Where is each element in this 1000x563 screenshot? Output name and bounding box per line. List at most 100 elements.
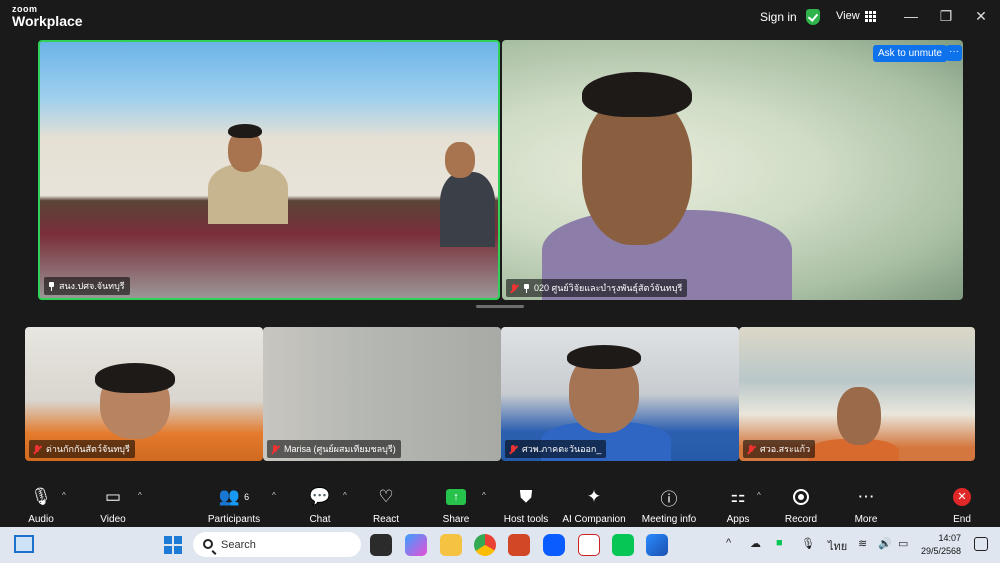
participant-name-bar: Marisa (ศูนย์ผสมเทียมชลบุรี): [267, 440, 401, 458]
microphone-icon: 🎙: [30, 487, 52, 506]
end-meeting-button[interactable]: ✕ End: [948, 485, 976, 525]
video-camera-icon: ▭: [104, 487, 122, 506]
close-window-button[interactable]: ✕: [971, 6, 991, 26]
video-tile-4[interactable]: Marisa (ศูนย์ผสมเทียมชลบุรี): [263, 327, 501, 461]
more-label: More: [854, 514, 878, 525]
video-button[interactable]: ▭ Video: [94, 485, 132, 525]
clock-date: 29/5/2568: [921, 546, 962, 556]
restore-button[interactable]: ❐: [936, 6, 956, 26]
record-icon-wrap: [782, 485, 820, 509]
search-icon: [203, 539, 213, 549]
host-tools-button[interactable]: ⛊ Host tools: [500, 485, 552, 525]
video-tile-6[interactable]: ศวอ.สระแก้ว: [739, 327, 975, 461]
video-tile-3[interactable]: ด่านกักกันสัตว์จันทบุรี: [25, 327, 263, 461]
record-icon: [793, 489, 809, 505]
participants-button[interactable]: 👥 6 Participants: [204, 485, 264, 525]
sign-in-link[interactable]: Sign in: [760, 10, 797, 24]
audio-options-chevron-icon[interactable]: ^: [62, 491, 66, 500]
apps-button[interactable]: ⚏ Apps: [722, 485, 754, 525]
minimize-button[interactable]: —: [901, 6, 921, 26]
info-icon: ⓘ: [660, 489, 678, 509]
share-label: Share: [442, 514, 470, 525]
meeting-info-button[interactable]: ⓘ Meeting info: [636, 485, 702, 526]
battery-icon[interactable]: ▭: [898, 537, 908, 550]
zoom-logo: zoom Workplace: [12, 5, 83, 29]
video-tile-1[interactable]: สนง.ปศจ.จันทบุรี: [38, 40, 500, 300]
os-taskbar: Search ^ ☁ ■ 🎙 ไทย ≋ 🔊 ▭ 14:07 29/5/2568: [0, 527, 1000, 563]
notification-icon[interactable]: [974, 537, 988, 551]
copilot-icon[interactable]: [405, 534, 427, 556]
view-label: View: [836, 10, 860, 22]
participants-icon: 👥 6: [218, 487, 250, 506]
language-indicator[interactable]: ไทย: [828, 537, 847, 555]
mic-muted-icon: [271, 444, 280, 454]
ai-companion-label: AI Companion: [562, 514, 626, 525]
participant-name-bar: ศวพ.ภาคตะวันออก_: [505, 440, 607, 458]
tray-overflow-chevron-icon[interactable]: ^: [726, 537, 731, 549]
line-tray-icon[interactable]: ■: [776, 537, 783, 549]
record-button[interactable]: Record: [782, 485, 820, 525]
participant-name: ด่านกักกันสัตว์จันทบุรี: [46, 444, 130, 454]
taskbar-search-box[interactable]: Search: [193, 532, 361, 557]
task-view-icon[interactable]: [370, 534, 392, 556]
participant-name: สนง.ปศจ.จันทบุรี: [59, 281, 125, 291]
share-options-chevron-icon[interactable]: ^: [482, 491, 486, 500]
participant-body: [208, 164, 288, 224]
apps-label: Apps: [726, 514, 750, 525]
participants-count: 6: [244, 492, 250, 502]
host-shield-icon: ⛊: [519, 487, 533, 506]
end-label: End: [953, 514, 971, 525]
participant-body-2: [440, 172, 495, 247]
participant-name: ศวอ.สระแก้ว: [760, 444, 811, 454]
video-tile-5[interactable]: ศวพ.ภาคตะวันออก_: [501, 327, 739, 461]
tile-more-options-button[interactable]: ···: [946, 45, 962, 61]
video-tile-2[interactable]: 020 ศูนย์วิจัยและบำรุงพันธุ์สัตว์จันทบุร…: [502, 40, 963, 300]
resize-handle[interactable]: [476, 305, 524, 308]
chrome-icon[interactable]: [474, 534, 496, 556]
photos-icon[interactable]: [646, 534, 668, 556]
chat-options-chevron-icon[interactable]: ^: [343, 491, 347, 500]
chat-icon: 💬: [309, 487, 331, 506]
more-dots-icon: ⋯: [857, 487, 875, 506]
encryption-shield-icon[interactable]: [806, 9, 820, 25]
end-icon-wrap: ✕: [948, 485, 976, 509]
wifi-icon[interactable]: ≋: [858, 537, 867, 550]
pin-icon: [48, 281, 55, 291]
mic-muted-icon: [33, 444, 42, 454]
system-clock[interactable]: 14:07 29/5/2568: [921, 532, 961, 558]
share-screen-icon: ↑: [446, 489, 466, 505]
powerpoint-icon[interactable]: [508, 534, 530, 556]
chat-button[interactable]: 💬 Chat: [304, 485, 336, 525]
view-button[interactable]: View: [836, 10, 876, 22]
host-tools-label: Host tools: [503, 514, 549, 525]
audio-button[interactable]: 🎙 Audio: [22, 485, 60, 525]
mic-muted-icon: [747, 444, 756, 454]
mic-muted-icon: [509, 444, 518, 454]
more-button[interactable]: ⋯ More: [850, 485, 882, 525]
participant-hair: [567, 345, 641, 369]
ask-to-unmute-button[interactable]: Ask to unmute: [873, 45, 947, 62]
apps-icon: ⚏: [730, 487, 746, 506]
ai-companion-button[interactable]: ✦ AI Companion: [560, 485, 628, 525]
chat-label: Chat: [309, 514, 331, 525]
search-placeholder: Search: [221, 538, 256, 551]
line-app-icon[interactable]: [612, 534, 634, 556]
participant-hair: [95, 363, 175, 393]
file-explorer-icon[interactable]: [440, 534, 462, 556]
participant-name: Marisa (ศูนย์ผสมเทียมชลบุรี): [284, 444, 396, 454]
acrobat-icon[interactable]: [578, 534, 600, 556]
mic-muted-icon: [510, 283, 519, 293]
widgets-icon[interactable]: [14, 535, 34, 553]
cloud-icon[interactable]: ☁: [750, 537, 761, 550]
apps-options-chevron-icon[interactable]: ^: [757, 491, 761, 500]
volume-icon[interactable]: 🔊: [878, 537, 892, 550]
react-button[interactable]: ♡ React: [368, 485, 404, 525]
zoom-app-icon[interactable]: [543, 534, 565, 556]
windows-start-icon[interactable]: [164, 536, 182, 554]
share-button[interactable]: ↑ Share: [438, 485, 474, 525]
microphone-tray-icon[interactable]: 🎙: [801, 537, 815, 550]
participant-hair: [582, 72, 692, 117]
video-options-chevron-icon[interactable]: ^: [138, 491, 142, 500]
participants-options-chevron-icon[interactable]: ^: [272, 491, 276, 500]
meeting-toolbar: 🎙 Audio ^ ▭ Video ^ 👥 6 Participants ^ 💬 …: [0, 481, 1000, 527]
